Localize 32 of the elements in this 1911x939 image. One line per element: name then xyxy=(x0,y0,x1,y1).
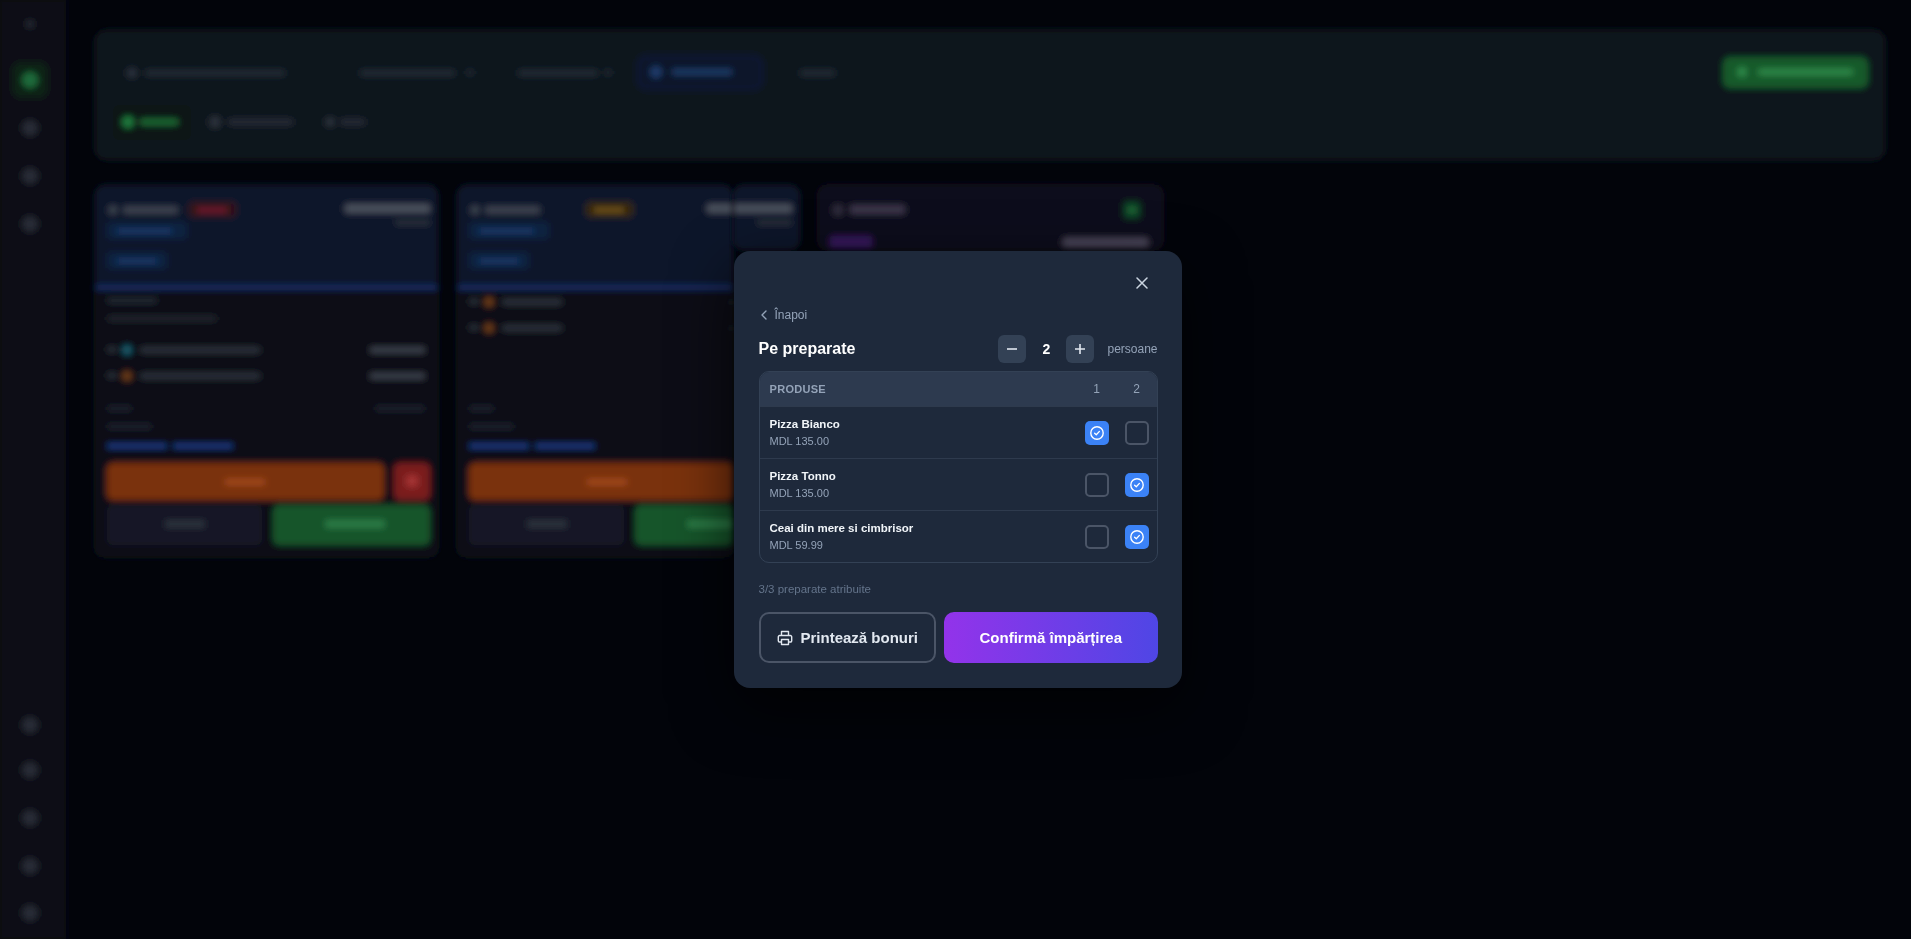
product-price: MDL 135.00 xyxy=(769,434,830,449)
assignment-summary: 3/3 preparate atribuite xyxy=(758,582,873,596)
product-name: Ceai din mere si cimbrisor xyxy=(769,521,914,536)
check-circle-icon xyxy=(1129,477,1144,492)
dialog-title: Pe preparate xyxy=(758,340,856,358)
assign-checkbox[interactable] xyxy=(1084,524,1109,549)
assign-checkbox[interactable] xyxy=(1124,472,1149,497)
product-price: MDL 59.99 xyxy=(769,538,823,553)
assign-checkbox[interactable] xyxy=(1084,420,1109,445)
product-name: Pizza Bianco xyxy=(769,417,840,432)
minus-icon xyxy=(1007,348,1018,350)
product-price: MDL 135.00 xyxy=(769,486,830,501)
print-receipts-button[interactable]: Printează bonuri xyxy=(758,612,937,663)
people-count: 2 xyxy=(1041,341,1052,357)
people-unit-label: persoane xyxy=(1107,342,1158,356)
assign-checkbox[interactable] xyxy=(1124,524,1149,549)
assign-checkbox[interactable] xyxy=(1084,472,1109,497)
decrease-button[interactable] xyxy=(998,335,1027,363)
assign-checkbox[interactable] xyxy=(1124,420,1149,445)
check-circle-icon xyxy=(1089,425,1104,440)
column-header: 2 xyxy=(1133,382,1140,396)
column-header: PRODUSE xyxy=(769,383,826,395)
increase-button[interactable] xyxy=(1066,335,1095,363)
product-name: Pizza Tonno xyxy=(769,469,836,484)
check-circle-icon xyxy=(1129,529,1144,544)
plus-icon xyxy=(1075,344,1086,354)
column-header: 1 xyxy=(1093,382,1100,396)
chevron-left-icon xyxy=(760,310,767,320)
back-link[interactable]: Înapoi xyxy=(758,307,808,323)
printer-icon xyxy=(776,629,793,646)
close-icon xyxy=(1135,277,1148,289)
confirm-split-button[interactable]: Confirmă împărțirea xyxy=(944,612,1158,663)
